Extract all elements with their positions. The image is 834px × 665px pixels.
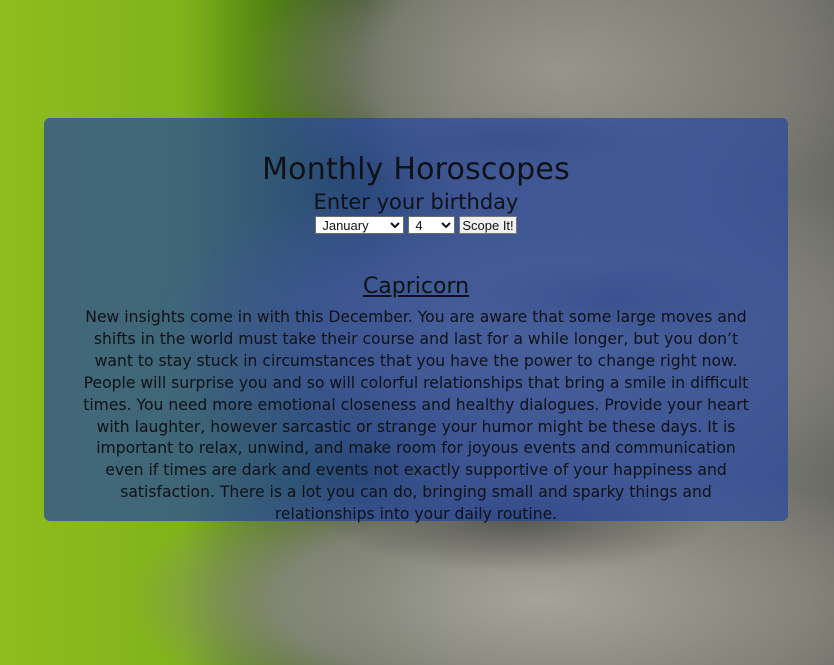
- horoscope-reading: New insights come in with this December.…: [83, 308, 749, 524]
- birthday-form: JanuaryFebruaryMarchAprilMayJuneJulyAugu…: [44, 216, 788, 234]
- page-subtitle: Enter your birthday: [313, 190, 519, 214]
- scope-it-button[interactable]: Scope It!: [459, 216, 517, 234]
- zodiac-sign-heading: Capricorn: [362, 274, 470, 299]
- horoscope-panel: Monthly Horoscopes Enter your birthday J…: [44, 118, 788, 523]
- month-select[interactable]: JanuaryFebruaryMarchAprilMayJuneJulyAugu…: [315, 216, 405, 234]
- page-title: Monthly Horoscopes: [262, 152, 570, 187]
- day-select[interactable]: 4: [408, 216, 456, 234]
